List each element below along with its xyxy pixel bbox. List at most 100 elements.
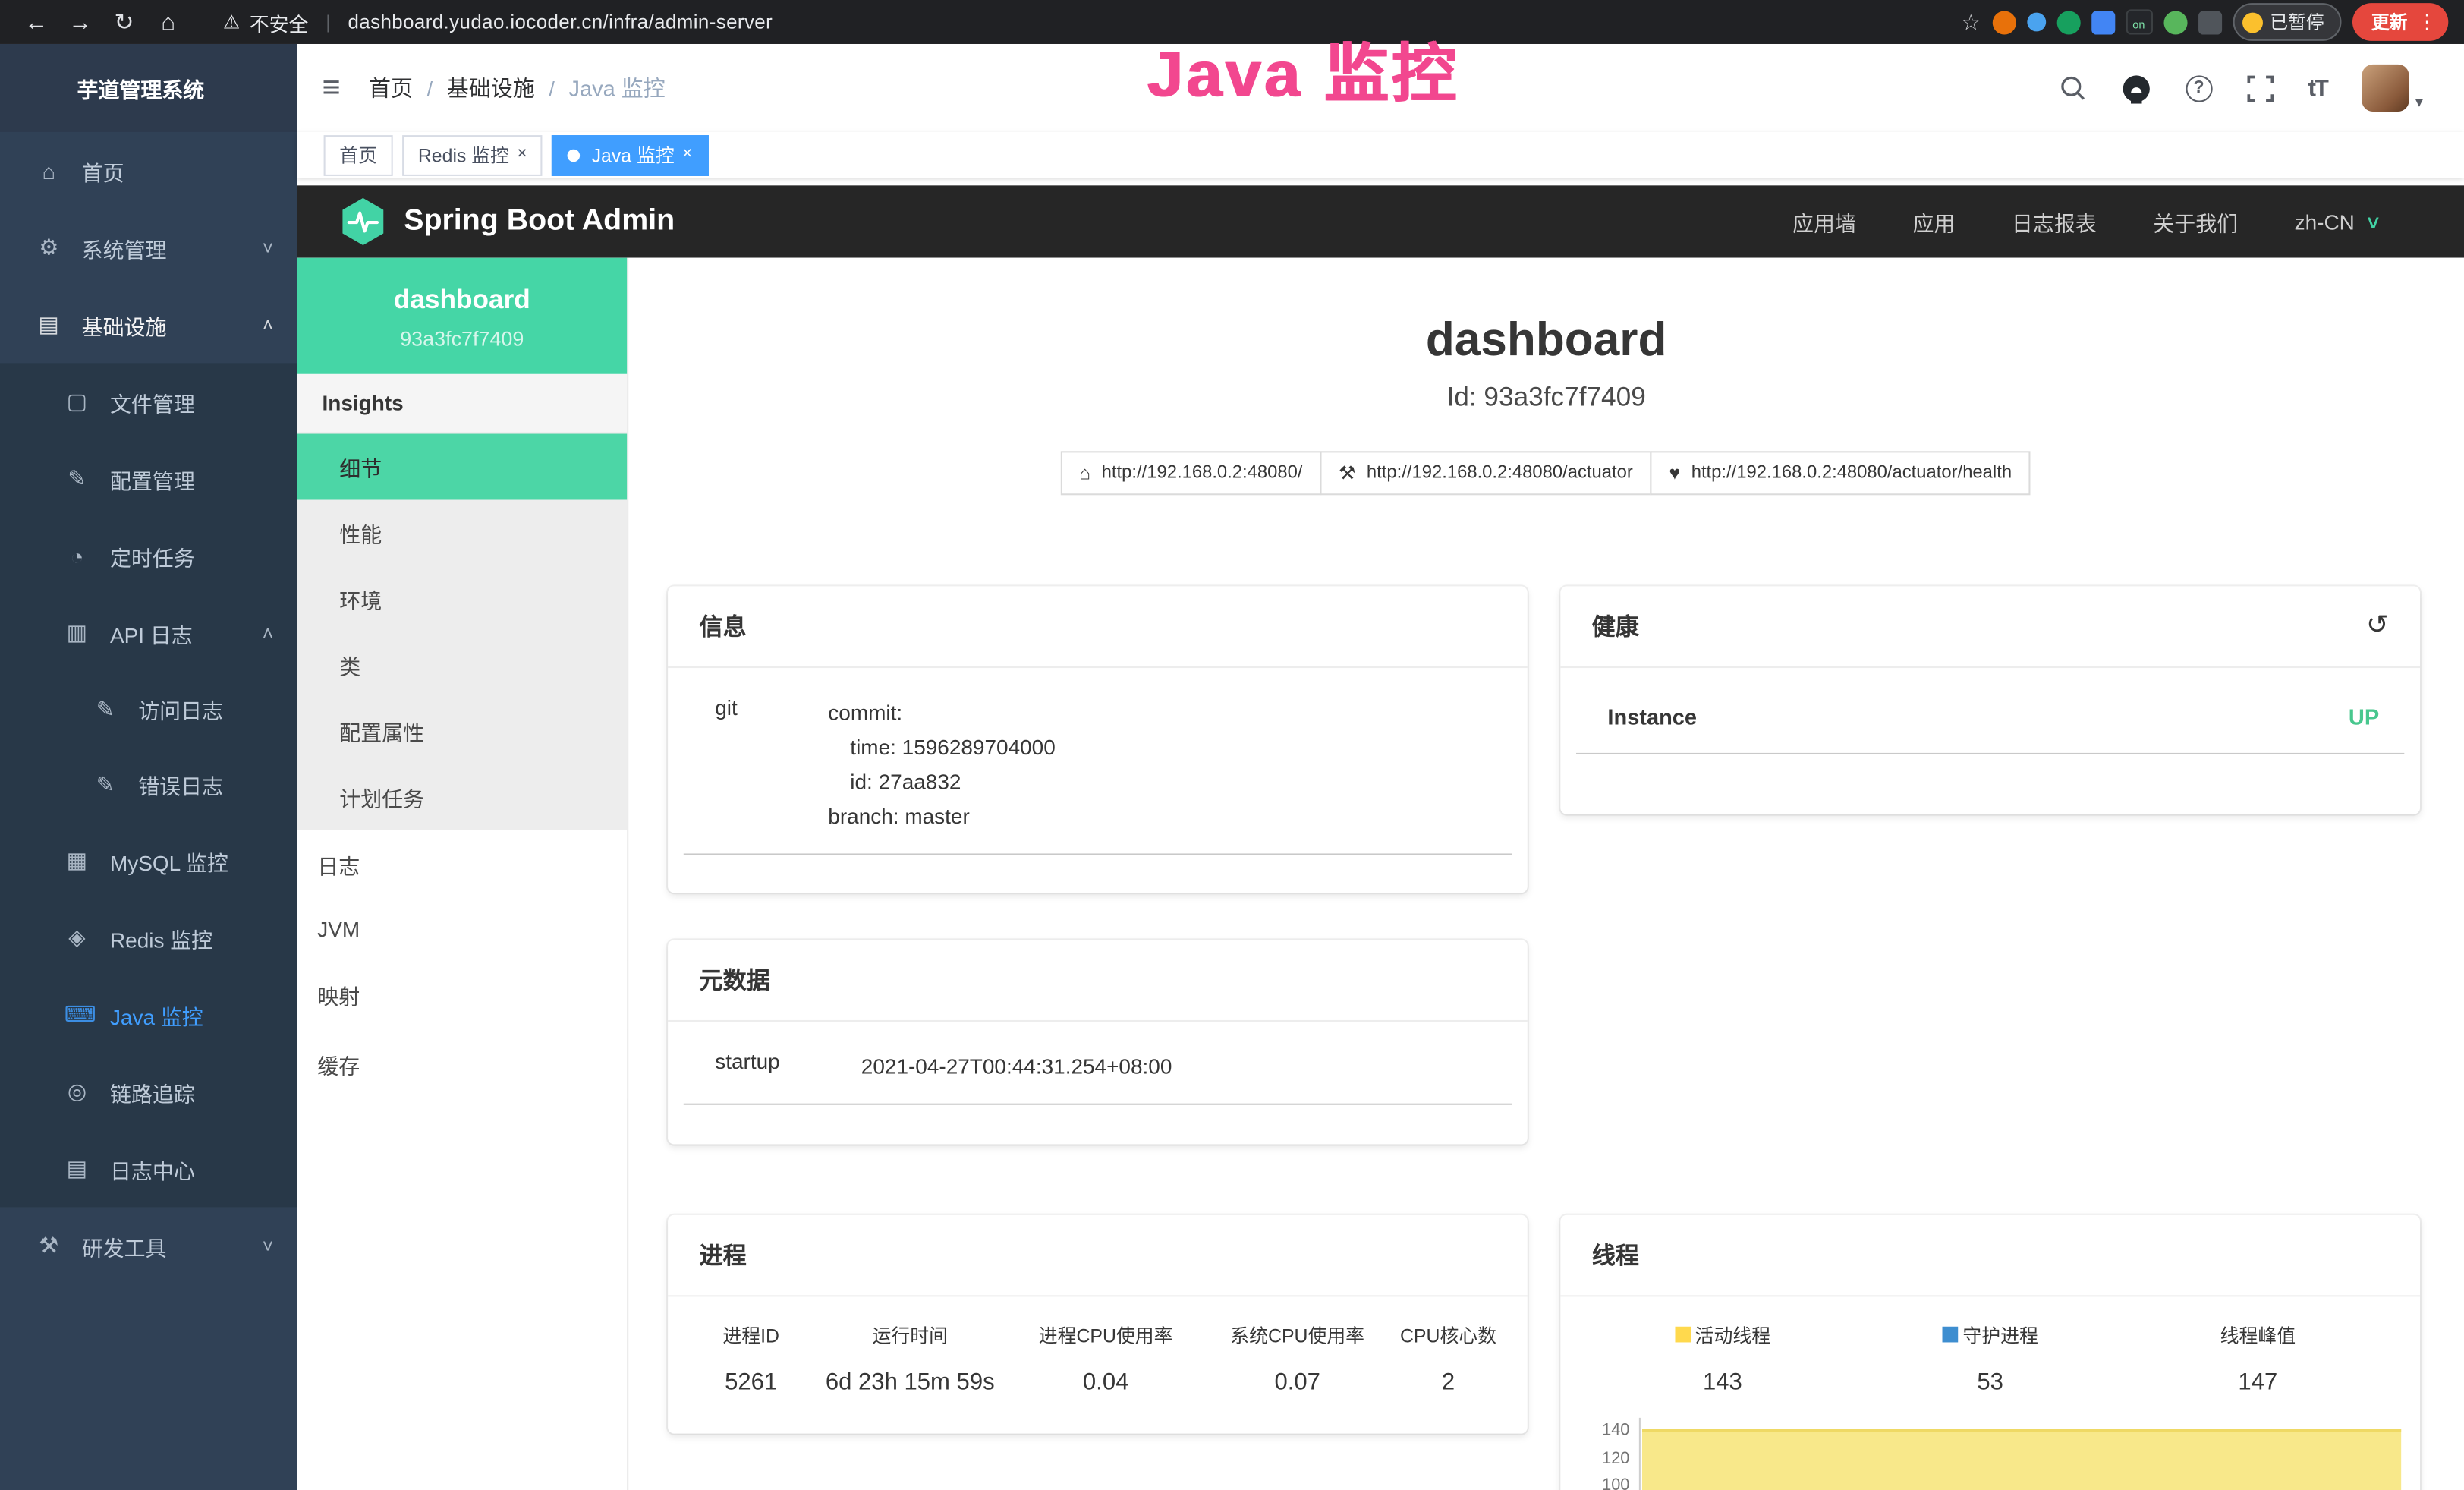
tags-view: 首页 Redis 监控 × Java 监控 × [297, 132, 2464, 178]
search-icon[interactable] [2058, 74, 2086, 102]
history-icon[interactable]: ↺ [2366, 610, 2389, 641]
menu-item-caches[interactable]: 缓存 [297, 1029, 627, 1098]
menu-item-beans[interactable]: 类 [297, 632, 627, 698]
sidebar-item-java-monitor[interactable]: ⌨ Java 监控 [0, 976, 297, 1053]
legend-value: 147 [2124, 1369, 2392, 1395]
extension-icon-blue-grid[interactable] [2091, 10, 2114, 33]
breadcrumb: 首页 / 基础设施 / Java 监控 [369, 72, 666, 103]
metadata-startup-row: startup 2021-04-27T00:44:31.254+08:00 [684, 1030, 1512, 1104]
menu-item-jvm[interactable]: JVM [297, 899, 627, 960]
bookmark-star-icon[interactable]: ☆ [1961, 8, 1981, 35]
url-separator: | [326, 11, 330, 33]
legend-blue-swatch [1942, 1327, 1958, 1343]
info-key: git [684, 695, 829, 833]
sidebar-item-file-management[interactable]: ▢ 文件管理 [0, 363, 297, 439]
caret-down-icon: ▾ [2415, 94, 2423, 112]
breadcrumb-infrastructure[interactable]: 基础设施 [447, 72, 535, 103]
font-size-icon[interactable]: tT [2308, 74, 2327, 101]
tab-home[interactable]: 首页 [324, 134, 393, 175]
sidebar-item-dev-tools[interactable]: ⚒ 研发工具 ˅ [0, 1207, 297, 1284]
app-logo[interactable]: 芋道管理系统 [0, 44, 297, 132]
sidebar-item-access-logs[interactable]: ✎ 访问日志 [0, 671, 297, 746]
menu-item-environment[interactable]: 环境 [297, 565, 627, 632]
close-icon[interactable]: × [517, 146, 527, 164]
extension-icon-orange[interactable] [1992, 10, 2016, 33]
link-health-url[interactable]: ♥ http://192.168.0.2:48080/actuator/heal… [1651, 450, 2031, 494]
locale-selector[interactable]: zh-CN ˅ [2295, 209, 2380, 233]
sidebar-item-mysql-monitor[interactable]: ▦ MySQL 监控 [0, 822, 297, 899]
instance-main: dashboard Id: 93a3fc7f7409 ⌂ http://192.… [628, 258, 2464, 1490]
sidebar-item-redis-monitor[interactable]: ◈ Redis 监控 [0, 899, 297, 975]
github-icon[interactable] [2121, 73, 2151, 102]
extension-icon-puzzle[interactable] [2198, 10, 2221, 33]
help-icon[interactable]: ? [2186, 74, 2212, 101]
page-instance-id: Id: 93a3fc7f7409 [628, 381, 2464, 412]
browser-actions: ☆ on 已暂停 更新 ⋮ [1961, 3, 2448, 41]
browser-home-icon[interactable]: ⌂ [148, 8, 189, 35]
col-value: 0.07 [1204, 1369, 1391, 1395]
nav-wallboard[interactable]: 应用墙 [1792, 206, 1856, 237]
instance-header[interactable]: dashboard 93a3fc7f7409 [297, 258, 627, 374]
back-icon[interactable]: ← [16, 8, 57, 35]
health-card-header: 健康 ↺ [1560, 585, 2420, 667]
nav-applications[interactable]: 应用 [1912, 206, 1955, 237]
menu-item-scheduled-tasks[interactable]: 计划任务 [297, 764, 627, 830]
sidebar-item-log-center[interactable]: ▤ 日志中心 [0, 1130, 297, 1207]
legend-label: 守护进程 [1962, 1321, 2038, 1348]
extension-icon-blue-drop[interactable] [2026, 13, 2045, 32]
sba-brand[interactable]: Spring Boot Admin [341, 198, 675, 245]
sidebar-item-scheduled-jobs[interactable]: ◔ 定时任务 [0, 517, 297, 594]
layers-icon: ◈ [65, 925, 90, 951]
health-instance-row[interactable]: Instance UP [1576, 680, 2404, 754]
sidebar-item-infrastructure[interactable]: ▤ 基础设施 ˄ [0, 286, 297, 363]
menu-item-mappings[interactable]: 映射 [297, 960, 627, 1029]
left-column: 信息 git commit: time: 1596289704000 id: 2… [668, 585, 1528, 1490]
menu-item-config-properties[interactable]: 配置属性 [297, 698, 627, 764]
close-icon[interactable]: × [682, 146, 692, 164]
menu-dots-icon[interactable]: ⋮ [2417, 9, 2437, 34]
chrome-update-button[interactable]: 更新 ⋮ [2352, 3, 2448, 41]
link-actuator-url[interactable]: ⚒ http://192.168.0.2:48080/actuator [1320, 450, 1651, 494]
sidebar-item-config-management[interactable]: ✎ 配置管理 [0, 440, 297, 517]
col-header: 系统CPU使用率 [1204, 1321, 1391, 1348]
y-tick: 100 [1602, 1472, 1629, 1490]
forward-icon[interactable]: → [60, 8, 101, 35]
nav-journal[interactable]: 日志报表 [2012, 206, 2097, 237]
fullscreen-icon[interactable] [2247, 74, 2274, 101]
extension-icon-on-badge[interactable]: on [2126, 9, 2152, 34]
tab-java-monitor[interactable]: Java 监控 × [552, 134, 708, 175]
process-card: 进程 进程ID 5261 运行时间 6d 23h 15m 5 [668, 1214, 1528, 1433]
app-sidebar: 芋道管理系统 ⌂ 首页 ⚙ 系统管理 ˅ ▤ 基础设施 ˄ [0, 44, 297, 1490]
document-icon: ✎ [93, 771, 118, 798]
sidebar-item-trace[interactable]: ◎ 链路追踪 [0, 1053, 297, 1129]
git-id-line: id: 27aa832 [828, 764, 1512, 799]
sidebar-item-label: 基础设施 [82, 309, 167, 340]
profile-paused-badge[interactable]: 已暂停 [2233, 3, 2342, 41]
menu-item-metrics[interactable]: 性能 [297, 500, 627, 566]
sidebar-item-api-logs[interactable]: ▥ API 日志 ˄ [0, 594, 297, 671]
sidebar-fold-icon[interactable]: ≡ [323, 70, 341, 106]
extension-icon-green-circle[interactable] [2056, 10, 2080, 33]
sba-logo-icon [341, 198, 385, 245]
git-time-line: time: 1596289704000 [828, 730, 1512, 765]
tab-redis-monitor[interactable]: Redis 监控 × [402, 134, 543, 175]
breadcrumb-home[interactable]: 首页 [369, 72, 413, 103]
nav-about[interactable]: 关于我们 [2153, 206, 2238, 237]
legend-value: 53 [1856, 1369, 2124, 1395]
extension-icon-leaf[interactable] [2163, 10, 2186, 33]
breadcrumb-separator: / [427, 76, 433, 99]
url-text[interactable]: dashboard.yudao.iocoder.cn/infra/admin-s… [348, 11, 773, 33]
menu-item-details[interactable]: 细节 [297, 434, 627, 500]
user-avatar[interactable]: ▾ [2362, 65, 2423, 112]
sidebar-item-home[interactable]: ⌂ 首页 [0, 132, 297, 209]
link-service-url[interactable]: ⌂ http://192.168.0.2:48080/ [1060, 450, 1321, 494]
security-indicator[interactable]: ⚠ 不安全 [223, 7, 308, 36]
sidebar-item-error-logs[interactable]: ✎ 错误日志 [0, 747, 297, 822]
menu-item-loggers[interactable]: 日志 [297, 830, 627, 899]
sidebar-item-system-management[interactable]: ⚙ 系统管理 ˅ [0, 209, 297, 285]
wrench-icon: ⚒ [1339, 461, 1355, 484]
reload-icon[interactable]: ↻ [104, 8, 145, 36]
chevron-up-icon: ˄ [263, 313, 274, 335]
threads-card: 线程 活动线程 143 [1560, 1214, 2420, 1490]
col-value: 5261 [690, 1369, 812, 1395]
